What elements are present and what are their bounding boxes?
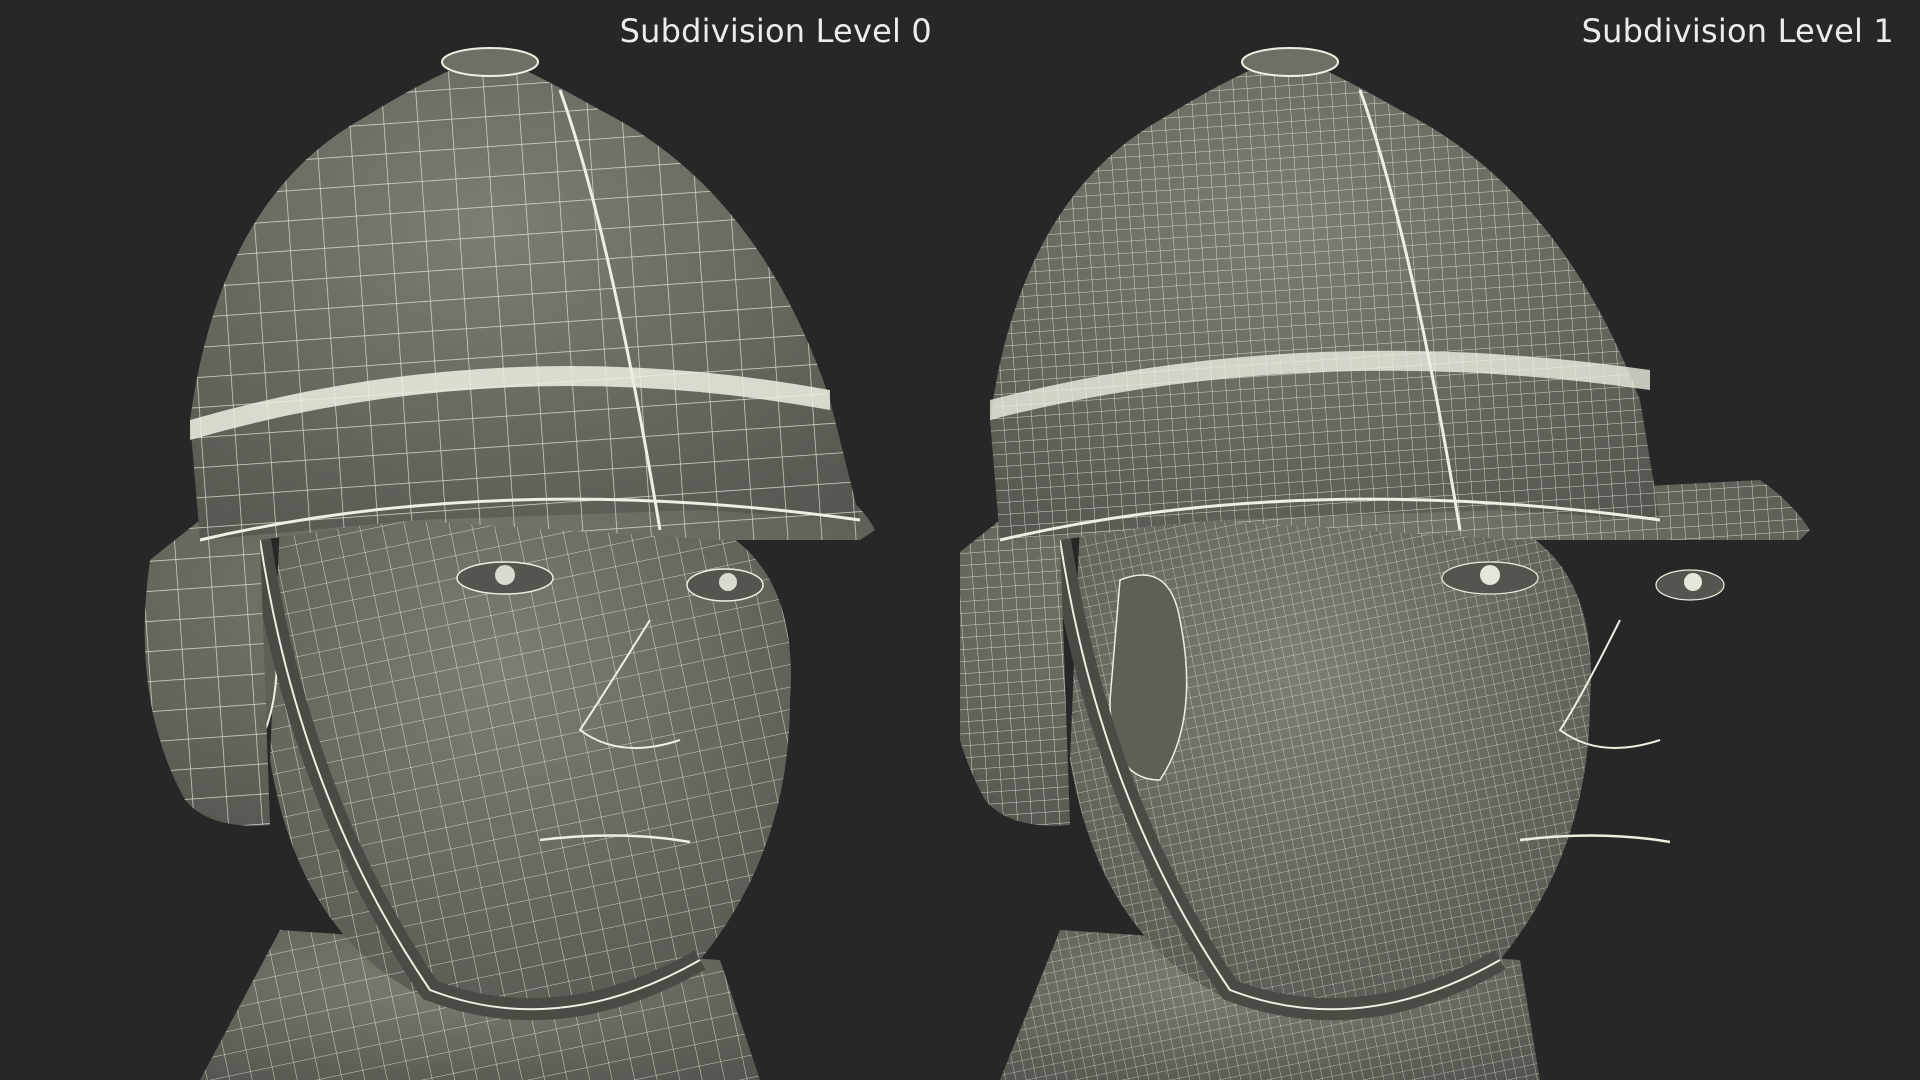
render-viewport: Subdivision Level 0 Subdivision Level 1 (0, 0, 1920, 1080)
wireframe-model-level-0 (144, 47, 875, 1080)
wireframe-model-level-1 (960, 47, 1810, 1080)
panel-subdivision-0: Subdivision Level 0 (0, 0, 960, 1080)
panel-subdivision-1: Subdivision Level 1 (960, 0, 1920, 1080)
